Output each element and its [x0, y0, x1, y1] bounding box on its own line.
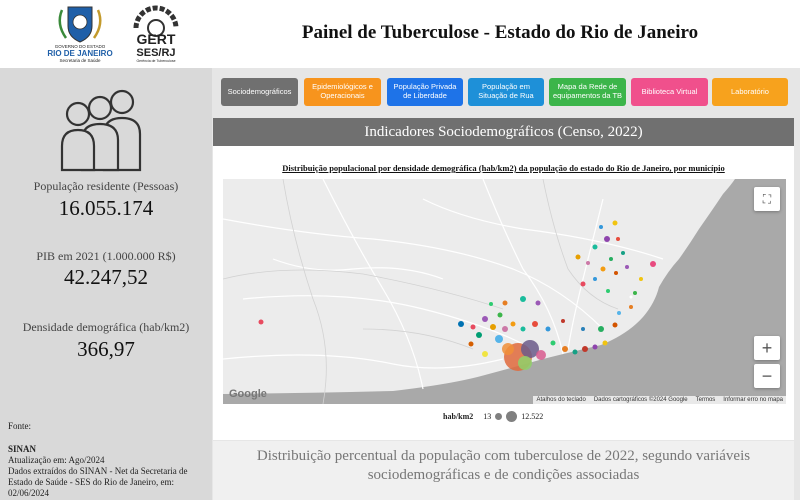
rj-state-logo: GOVERNO DO ESTADO RIO DE JANEIRO Secreta… [47, 6, 113, 63]
source-label: Fonte: [8, 421, 32, 431]
pib-value: 42.247,52 [64, 265, 148, 289]
sea-area [223, 179, 786, 404]
legend-max: 12.522 [521, 412, 544, 421]
source-line-2: Estado de Saúde - SES do Rio de Janeiro,… [8, 477, 174, 487]
nav-mapa-rede-button[interactable]: Mapa da Rede de equipamentos da TB [549, 78, 626, 106]
terms-link[interactable]: Termos [696, 397, 716, 403]
svg-text:Gerência de Tuberculose: Gerência de Tuberculose [136, 59, 175, 63]
gert-logo: GERT SES/RJ Gerência de Tuberculose [133, 5, 179, 63]
population-value: 16.055.174 [58, 196, 154, 220]
page-title: Painel de Tuberculose - Estado do Rio de… [301, 22, 699, 43]
pib-label: PIB em 2021 (1.000.000 R$) [36, 249, 176, 263]
nav-laboratorio-button[interactable]: Laboratório [712, 78, 788, 106]
sidebar: População residente (Pessoas) 16.055.174… [0, 68, 212, 500]
map-legend: hab/km2 13 12.522 [443, 411, 543, 422]
nav-sociodemograficos-button[interactable]: Sociodemográficos [221, 78, 298, 106]
population-label: População residente (Pessoas) [33, 179, 179, 193]
bottom-title-line-2: sociodemográficas e de condições associa… [367, 467, 640, 483]
source-line-1: Dados extraídos do SINAN - Net da Secret… [8, 466, 188, 476]
report-error-link[interactable]: Informar erro no mapa [723, 397, 783, 403]
bottom-title-line-1: Distribuição percentual da população com… [256, 448, 751, 464]
svg-text:Secretaria de Saúde: Secretaria de Saúde [59, 58, 101, 63]
map-attribution: Atalhos do teclado Dados cartográficos ©… [533, 396, 786, 404]
svg-text:RIO DE JANEIRO: RIO DE JANEIRO [47, 49, 112, 58]
legend-small-circle [495, 413, 503, 420]
map-title: Distribuição populacional por densidade … [282, 163, 725, 173]
map-canvas[interactable] [223, 179, 786, 404]
density-value: 366,97 [77, 337, 135, 361]
legend-label: hab/km2 [443, 412, 474, 421]
source-updated: Atualização em: Ago/2024 [8, 455, 105, 465]
source-line-3: 02/06/2024 [8, 488, 50, 498]
zoom-out-button[interactable]: − [754, 364, 780, 388]
zoom-in-button[interactable]: + [754, 336, 780, 360]
fullscreen-button[interactable]: ⛶ [754, 187, 780, 211]
google-logo: Google [229, 388, 267, 400]
nav-biblioteca-button[interactable]: Biblioteca Virtual [631, 78, 708, 106]
map-panel: Distribuição populacional por densidade … [213, 146, 794, 440]
nav-populacao-privada-button[interactable]: População Privada de Liberdade [387, 78, 463, 106]
people-icon [60, 89, 142, 172]
legend-min: 13 [483, 412, 492, 421]
density-label: Densidade demográfica (hab/km2) [22, 320, 190, 334]
keyboard-shortcuts-link[interactable]: Atalhos do teclado [536, 397, 585, 403]
map-data-credit: Dados cartográficos ©2024 Google [593, 397, 688, 403]
bottom-section: Distribuição percentual da população com… [213, 441, 794, 500]
section-title: Indicadores Sociodemográficos (Censo, 20… [213, 118, 794, 146]
header: GOVERNO DO ESTADO RIO DE JANEIRO Secreta… [0, 0, 800, 68]
density-map[interactable]: ⛶ + − Google Atalhos do teclado Dados ca… [223, 179, 786, 404]
svg-text:SES/RJ: SES/RJ [136, 47, 175, 59]
svg-text:GERT: GERT [137, 31, 176, 47]
source-name: SINAN [8, 444, 37, 454]
bottom-section-title: Distribuição percentual da população com… [213, 447, 794, 485]
nav-situacao-rua-button[interactable]: População em Situação de Rua [468, 78, 544, 106]
legend-large-circle [506, 411, 518, 422]
nav-epidemiologicos-button[interactable]: Epidemiológicos e Operacionais [304, 78, 381, 106]
